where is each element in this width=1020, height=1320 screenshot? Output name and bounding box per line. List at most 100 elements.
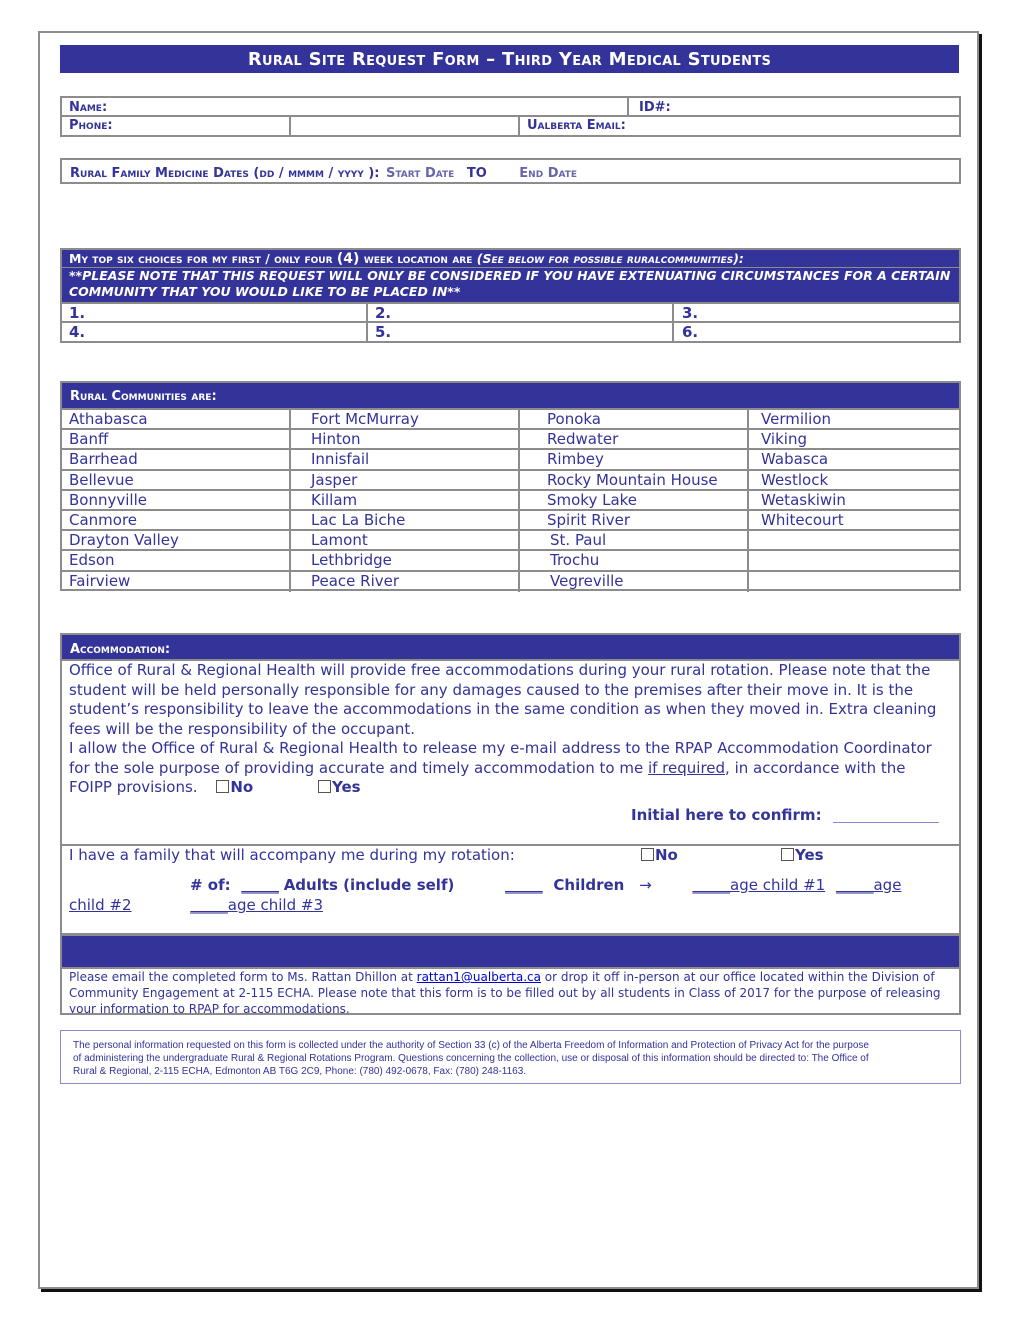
- community-row: Banff Hinton Redwater Viking: [62, 430, 959, 451]
- community-row: Edson Lethbridge Trochu: [62, 551, 959, 572]
- privacy-line: The personal information requested on th…: [73, 1040, 869, 1051]
- choices-grid: 1. 2. 3. 4. 5. 6.: [60, 302, 961, 343]
- student-info-table: Name: ID#: Phone: Ualberta Email:: [60, 96, 961, 137]
- community-cell: Wabasca: [761, 450, 829, 469]
- id-field[interactable]: ID#:: [629, 98, 959, 115]
- family-yes-option[interactable]: Yes: [781, 846, 824, 866]
- submission-header: [60, 934, 961, 967]
- accommodation-line: Office of Rural & Regional Health will p…: [69, 661, 931, 679]
- checkbox-icon[interactable]: [216, 780, 230, 793]
- accommodation-line: student will be held personally responsi…: [69, 680, 914, 699]
- community-cell: Redwater: [520, 430, 749, 449]
- choice-slot[interactable]: 3.: [674, 304, 959, 321]
- dates-row: Rural Family Medicine Dates (dd / mmmm /…: [60, 158, 961, 184]
- accommodation-line: fees will be the responsibility of the o…: [69, 719, 416, 738]
- if-required-text: if required: [647, 758, 726, 777]
- privacy-line: Rural & Regional, 2-115 ECHA, Edmonton A…: [73, 1066, 527, 1077]
- adults-label: Adults (include self): [283, 876, 455, 894]
- community-cell: Whitecourt: [761, 510, 844, 529]
- community-cell: Peace River: [291, 571, 520, 592]
- age-child-2-field-part1[interactable]: _____age: [836, 876, 901, 894]
- to-label: TO: [466, 166, 487, 181]
- start-date-field[interactable]: Start Date: [386, 166, 454, 181]
- choices-note: **PLEASE NOTE THAT THIS REQUEST WILL ONL…: [60, 268, 961, 302]
- community-cell: Ponoka: [520, 410, 749, 429]
- community-cell: Lac La Biche: [291, 510, 520, 530]
- phone-label-cell: Phone:: [62, 117, 291, 135]
- community-cell: [749, 572, 959, 592]
- foipp-label: FOIPP provisions.: [69, 778, 198, 796]
- foipp-row: FOIPP provisions. No Yes: [69, 778, 954, 798]
- community-cell: Trochu: [520, 551, 749, 570]
- checkbox-icon[interactable]: [317, 780, 331, 793]
- privacy-line: of administering the undergraduate Rural…: [73, 1053, 869, 1064]
- num-of-label: # of:: [190, 876, 231, 894]
- adults-count-field[interactable]: _____: [241, 876, 279, 894]
- checkbox-icon[interactable]: [781, 848, 794, 861]
- community-cell: Fort McMurray: [291, 410, 520, 429]
- communities-table: Athabasca Fort McMurray Ponoka Vermilion Ban…: [60, 408, 961, 592]
- name-label: Name:: [69, 100, 108, 115]
- community-cell: Wetaskiwin: [761, 490, 846, 509]
- choices-header-part2: week location are: [363, 251, 473, 266]
- accommodation-line: I allow the Office of Rural & Regional H…: [69, 739, 932, 757]
- arrow-right-icon: →: [639, 876, 652, 894]
- name-field[interactable]: Name:: [62, 98, 629, 115]
- community-cell: Viking: [761, 430, 807, 449]
- form-title: Rural Site Request Form – Third Year Med…: [60, 45, 959, 73]
- age-child-2-field-part2[interactable]: child #2: [69, 896, 132, 914]
- choice-slot[interactable]: 2.: [368, 304, 674, 321]
- community-cell: Rimbey: [520, 450, 749, 469]
- submission-line3: your information to RPAP for accommodati…: [69, 1002, 350, 1015]
- community-cell: [749, 551, 959, 569]
- community-cell: Bonnyville: [62, 490, 291, 509]
- community-cell: Bellevue: [62, 470, 291, 489]
- community-cell: Jasper: [291, 470, 520, 489]
- choice-slot[interactable]: 5.: [368, 323, 674, 341]
- community-row: Bellevue Jasper Rocky Mountain House Westlo…: [62, 470, 959, 491]
- submission-text: Please email the completed form to Ms. R…: [60, 967, 961, 1015]
- foipp-no-option[interactable]: No: [216, 778, 253, 796]
- community-cell: Edson: [62, 551, 291, 570]
- accommodation-line: for the sole purpose of providing accura…: [69, 758, 906, 777]
- children-count-field[interactable]: _____: [505, 876, 543, 894]
- choice-slot[interactable]: 1.: [62, 304, 368, 321]
- community-cell: Spirit River: [520, 510, 749, 530]
- community-cell: Smoky Lake: [520, 490, 749, 509]
- family-no-option[interactable]: No: [641, 846, 678, 866]
- choice-slot[interactable]: 6.: [674, 323, 959, 341]
- community-row: Fairview Peace River Vegreville: [62, 571, 959, 592]
- community-cell: Lamont: [291, 531, 520, 550]
- community-cell: St. Paul: [520, 531, 749, 550]
- age-child-3-field[interactable]: _____age child #3: [190, 896, 323, 914]
- end-date-field[interactable]: End Date: [519, 166, 577, 181]
- community-cell: Innisfail: [291, 450, 520, 469]
- checkbox-icon[interactable]: [641, 848, 654, 861]
- email-link[interactable]: rattan1@ualberta.ca: [417, 970, 541, 984]
- initial-field[interactable]: [832, 808, 939, 823]
- id-label: ID#:: [639, 100, 671, 115]
- choices-header-num: (4): [336, 251, 360, 267]
- age-child-1-field[interactable]: _____age child #1: [693, 876, 826, 894]
- accommodation-header: Accommodation:: [60, 633, 961, 660]
- foipp-yes-option[interactable]: Yes: [317, 778, 361, 796]
- choice-slot[interactable]: 4.: [62, 323, 368, 341]
- dates-label: Rural Family Medicine Dates (dd / mmmm /…: [70, 166, 380, 181]
- phone-field[interactable]: [291, 117, 520, 135]
- community-cell: Barrhead: [62, 450, 291, 469]
- community-cell: Killam: [291, 490, 520, 509]
- community-cell: Vegreville: [520, 571, 749, 592]
- family-row: I have a family that will accompany me d…: [69, 846, 515, 866]
- initial-confirm: Initial here to confirm:: [631, 806, 939, 824]
- email-field[interactable]: Ualberta Email:: [520, 117, 959, 135]
- community-row: Drayton Valley Lamont St. Paul: [62, 531, 959, 552]
- community-cell: Vermilion: [761, 410, 832, 428]
- community-cell: Westlock: [761, 470, 829, 489]
- family-ages-row2: child #2 _____age child #3: [69, 896, 323, 916]
- community-cell: Athabasca: [62, 410, 291, 429]
- submission-line1: Please email the completed form to Ms. R…: [69, 970, 935, 984]
- choices-header-note: (See below for possible ruralcommunities…: [476, 251, 744, 266]
- community-row: Barrhead Innisfail Rimbey Wabasca: [62, 450, 959, 471]
- accommodation-line: student’s responsibility to leave the ac…: [69, 700, 937, 718]
- family-counts: # of: _____ Adults (include self) _____ …: [190, 876, 901, 896]
